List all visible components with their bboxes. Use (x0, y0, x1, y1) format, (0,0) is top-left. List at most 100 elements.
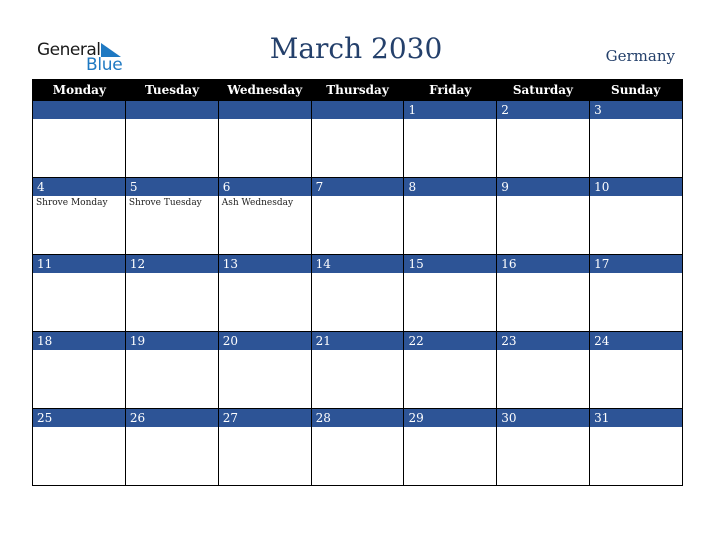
weekday-header: Wednesday (227, 83, 303, 97)
day-number: 13 (218, 255, 311, 273)
day-number: 6 (218, 178, 311, 196)
day-number: 3 (590, 101, 683, 119)
holiday-label (219, 350, 311, 352)
day-number: 26 (125, 409, 218, 427)
holiday-label (312, 427, 404, 429)
day-cell[interactable]: 7 (311, 178, 405, 254)
day-cell[interactable]: 20 (218, 332, 312, 408)
calendar-grid: Monday Tuesday Wednesday Thursday Friday… (32, 79, 683, 486)
holiday-label (219, 427, 311, 429)
weekday-header: Thursday (326, 83, 389, 97)
country-label: Germany (605, 47, 675, 65)
day-number: 12 (125, 255, 218, 273)
day-number: 19 (125, 332, 218, 350)
day-cell[interactable] (311, 101, 405, 177)
week-row: 4 Shrove Monday 5 Shrove Tuesday 6 Ash Wednes… (33, 178, 683, 255)
weekday-header: Saturday (512, 83, 574, 97)
day-cell[interactable]: 21 (311, 332, 405, 408)
day-cell[interactable]: 23 (497, 332, 591, 408)
day-cell[interactable]: 13 (218, 255, 312, 331)
day-cell[interactable]: 24 (590, 332, 683, 408)
day-number: 23 (497, 332, 590, 350)
day-cell[interactable]: 8 (404, 178, 498, 254)
day-number: 28 (311, 409, 404, 427)
week-row: 25 26 27 28 29 30 31 (33, 409, 683, 485)
holiday-label: Shrove Monday (36, 198, 108, 208)
weekday-header: Sunday (611, 83, 661, 97)
day-cell[interactable]: 17 (590, 255, 683, 331)
holiday-label (497, 119, 589, 121)
holiday-label (590, 350, 682, 352)
holiday-label (312, 273, 404, 275)
day-cell[interactable]: 1 (404, 101, 498, 177)
weekday-header: Tuesday (145, 83, 200, 97)
holiday-label: Shrove Tuesday (128, 198, 202, 208)
day-cell[interactable] (33, 101, 126, 177)
day-number (218, 101, 311, 119)
day-cell[interactable]: 25 (33, 409, 126, 485)
day-cell[interactable]: 9 (497, 178, 591, 254)
day-number: 20 (218, 332, 311, 350)
week-row: 18 19 20 21 22 23 24 (33, 332, 683, 409)
holiday-label (126, 273, 218, 275)
holiday-label (497, 427, 589, 429)
holiday-label (404, 119, 496, 121)
day-cell[interactable]: 3 (590, 101, 683, 177)
day-cell[interactable] (218, 101, 312, 177)
day-cell[interactable]: 15 (404, 255, 498, 331)
day-number: 11 (33, 255, 125, 273)
day-cell[interactable]: 27 (218, 409, 312, 485)
day-number: 9 (497, 178, 590, 196)
day-cell[interactable]: 29 (404, 409, 498, 485)
day-number: 2 (497, 101, 590, 119)
day-cell[interactable]: 31 (590, 409, 683, 485)
day-number: 17 (590, 255, 683, 273)
holiday-label (404, 273, 496, 275)
day-number (311, 101, 404, 119)
day-number: 14 (311, 255, 404, 273)
holiday-label (497, 196, 589, 198)
day-number: 31 (590, 409, 683, 427)
day-number: 25 (33, 409, 125, 427)
holiday-label (590, 427, 682, 429)
day-cell[interactable]: 30 (497, 409, 591, 485)
day-cell[interactable]: 16 (497, 255, 591, 331)
day-cell[interactable]: 12 (125, 255, 219, 331)
day-number: 15 (404, 255, 497, 273)
holiday-label (33, 273, 125, 275)
holiday-label (33, 350, 125, 352)
day-cell[interactable]: 2 (497, 101, 591, 177)
day-cell[interactable]: 28 (311, 409, 405, 485)
holiday-label (312, 119, 404, 121)
day-cell[interactable]: 11 (33, 255, 126, 331)
holiday-label (126, 119, 218, 121)
weekday-header: Monday (52, 83, 106, 97)
holiday-label (33, 427, 125, 429)
holiday-label (312, 196, 404, 198)
holiday-label (497, 273, 589, 275)
day-number: 21 (311, 332, 404, 350)
day-cell[interactable] (125, 101, 219, 177)
day-number: 24 (590, 332, 683, 350)
day-cell[interactable]: 26 (125, 409, 219, 485)
holiday-label (404, 427, 496, 429)
holiday-label (497, 350, 589, 352)
day-cell[interactable]: 19 (125, 332, 219, 408)
day-cell[interactable]: 6 Ash Wednesday (218, 178, 312, 254)
day-cell[interactable]: 18 (33, 332, 126, 408)
holiday-label (126, 350, 218, 352)
weekday-header-row: Monday Tuesday Wednesday Thursday Friday… (33, 79, 682, 101)
day-cell[interactable]: 14 (311, 255, 405, 331)
holiday-label (33, 119, 125, 121)
day-number: 8 (404, 178, 497, 196)
holiday-label (219, 119, 311, 121)
holiday-label: Ash Wednesday (221, 198, 294, 208)
day-cell[interactable]: 4 Shrove Monday (33, 178, 126, 254)
day-cell[interactable]: 10 (590, 178, 683, 254)
day-cell[interactable]: 22 (404, 332, 498, 408)
day-cell[interactable]: 5 Shrove Tuesday (125, 178, 219, 254)
day-number: 10 (590, 178, 683, 196)
day-number: 16 (497, 255, 590, 273)
holiday-label (404, 196, 496, 198)
day-number (125, 101, 218, 119)
